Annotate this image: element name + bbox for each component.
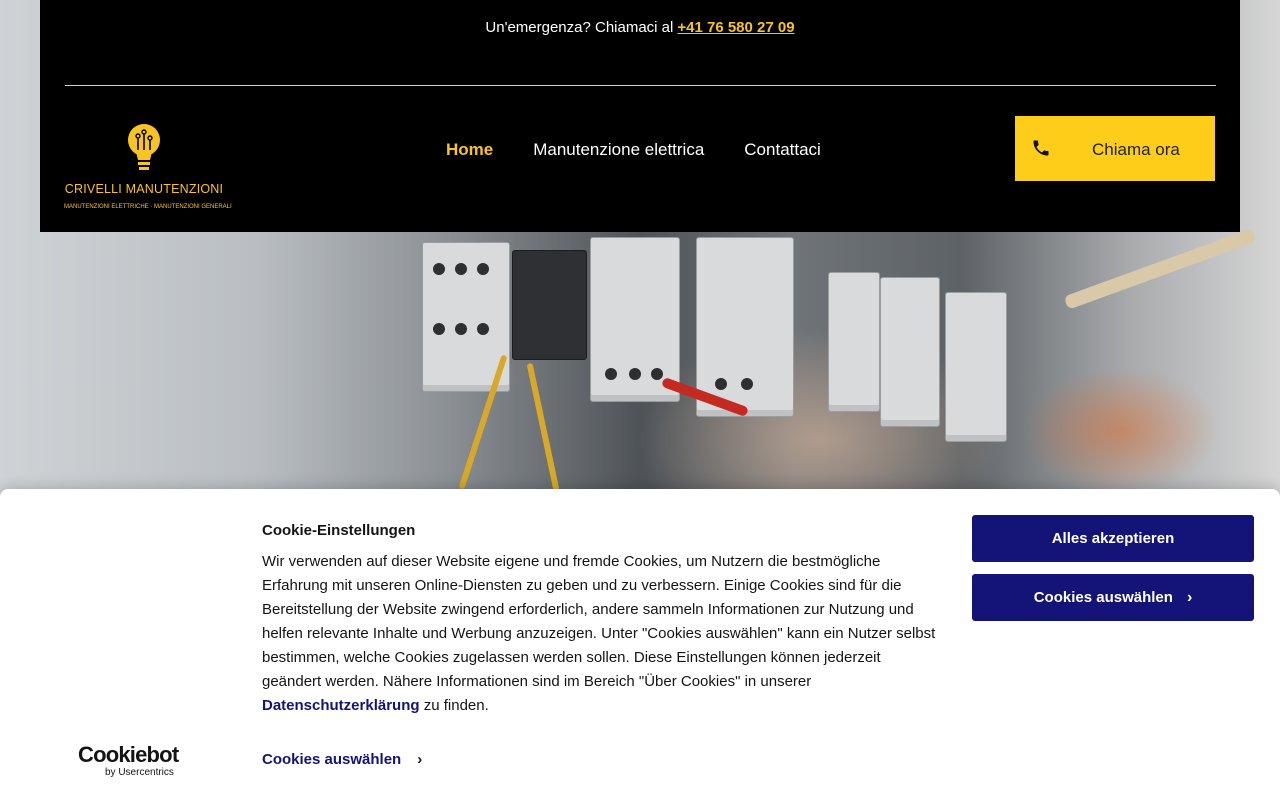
call-now-label: Chiama ora — [1092, 140, 1180, 159]
select-cookies-label: Cookies auswählen — [1033, 589, 1173, 606]
accept-all-button[interactable]: Alles akzeptieren — [972, 515, 1254, 562]
privacy-policy-link[interactable]: Datenschutzerklärung — [262, 697, 420, 714]
select-cookies-button[interactable]: Cookies auswählen › — [972, 574, 1254, 621]
call-now-button[interactable]: Chiama ora — [1015, 116, 1215, 181]
nav-item-contattaci[interactable]: Contattaci — [744, 140, 821, 160]
emergency-bar: Un'emergenza? Chiamaci al +41 76 580 27 … — [40, 0, 1240, 54]
chevron-right-icon: › — [417, 751, 423, 768]
emergency-phone-link[interactable]: +41 76 580 27 09 — [677, 19, 794, 36]
cookiebot-logo: Cookiebot by Usercentrics — [78, 742, 188, 782]
main-nav: Home Manutenzione elettrica Contattaci — [446, 140, 821, 160]
cookie-description: Wir verwenden auf dieser Website eigene … — [262, 550, 942, 718]
cookiebot-brand-sub: by Usercentrics — [105, 767, 174, 778]
phone-icon — [1033, 140, 1049, 156]
lightbulb-circuit-icon — [128, 124, 160, 170]
emergency-text: Un'emergenza? Chiamaci al — [485, 18, 674, 36]
select-cookies-link[interactable]: Cookies auswählen › — [262, 751, 422, 768]
cookie-body-end: zu finden. — [423, 697, 489, 714]
cookie-banner: Cookie-Einstellungen Wir verwenden auf d… — [0, 489, 1280, 800]
site-logo[interactable]: CRIVELLI MANUTENZIONI MANUTENZIONI ELETT… — [64, 120, 232, 216]
chevron-right-icon: › — [1186, 588, 1193, 606]
cookie-body-text: Wir verwenden auf dieser Website eigene … — [262, 553, 936, 690]
cookiebot-brand: Cookiebot — [78, 742, 179, 767]
nav-item-manutenzione-elettrica[interactable]: Manutenzione elettrica — [533, 140, 704, 160]
nav-item-home[interactable]: Home — [446, 140, 493, 160]
electrical-panel-photo — [0, 228, 1280, 492]
logo-tagline: MANUTENZIONI ELETTRICHE · MANUTENZIONI G… — [64, 204, 232, 210]
header-divider — [65, 85, 1216, 86]
cookie-title: Cookie-Einstellungen — [262, 522, 416, 539]
site-header: Un'emergenza? Chiamaci al +41 76 580 27 … — [40, 0, 1240, 232]
logo-name: CRIVELLI MANUTENZIONI — [64, 182, 224, 196]
select-cookies-link-label: Cookies auswählen — [262, 751, 402, 768]
accept-all-label: Alles akzeptieren — [1051, 530, 1175, 547]
